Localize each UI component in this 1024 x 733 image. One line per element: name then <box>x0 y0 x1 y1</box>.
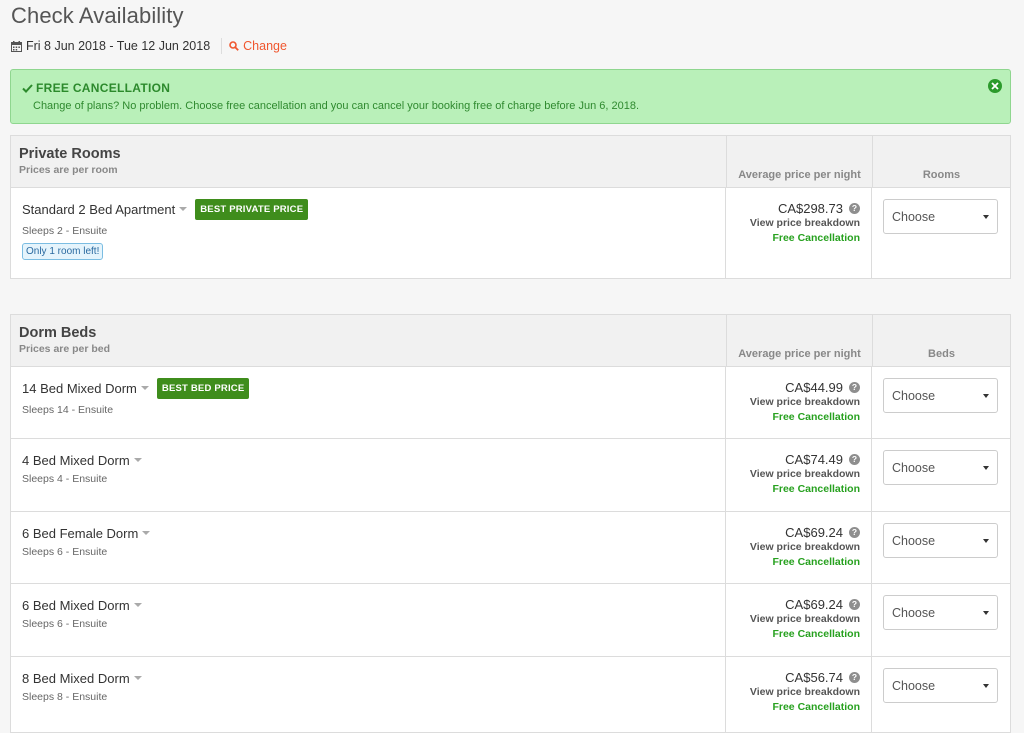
room-row: Standard 2 Bed Apartment BEST PRIVATE PR… <box>11 188 1010 278</box>
room-meta: Sleeps 8 - Ensuite <box>22 691 108 703</box>
free-cancellation-label: Free Cancellation <box>772 628 860 640</box>
room-row: 6 Bed Mixed Dorm Sleeps 6 - Ensuite CA$6… <box>11 584 1010 657</box>
page-title: Check Availability <box>11 3 184 28</box>
view-price-breakdown-link[interactable]: View price breakdown <box>726 541 860 553</box>
change-dates-link[interactable]: Change <box>229 39 287 53</box>
price-column-header: Average price per night <box>738 348 861 360</box>
room-row: 6 Bed Female Dorm Sleeps 6 - Ensuite CA$… <box>11 512 1010 584</box>
room-name[interactable]: 6 Bed Female Dorm <box>22 526 138 541</box>
room-row: 14 Bed Mixed Dorm BEST BED PRICE Sleeps … <box>11 367 1010 439</box>
free-cancellation-label: Free Cancellation <box>772 701 860 713</box>
free-cancellation-label: Free Cancellation <box>772 232 860 244</box>
room-row: 8 Bed Mixed Dorm Sleeps 8 - Ensuite CA$5… <box>11 657 1010 732</box>
private-rooms-section: Private Rooms Prices are per room Averag… <box>10 135 1011 279</box>
price: CA$69.24 <box>785 596 843 612</box>
question-circle-icon[interactable]: ? <box>849 526 860 538</box>
beds-select[interactable]: Choose <box>883 595 998 630</box>
room-meta: Sleeps 6 - Ensuite <box>22 546 108 558</box>
room-name[interactable]: 4 Bed Mixed Dorm <box>22 453 130 468</box>
price-column-header: Average price per night <box>738 169 861 181</box>
search-icon <box>229 41 239 51</box>
section-header: Private Rooms Prices are per room Averag… <box>11 136 1010 188</box>
rooms-select[interactable]: Choose <box>883 199 998 234</box>
beds-select[interactable]: Choose <box>883 378 998 413</box>
best-price-badge: BEST PRIVATE PRICE <box>195 198 309 220</box>
room-name[interactable]: 6 Bed Mixed Dorm <box>22 598 130 613</box>
availability-badge: Only 1 room left! <box>22 243 104 260</box>
chevron-down-icon[interactable] <box>133 676 142 680</box>
divider <box>221 38 223 54</box>
room-name[interactable]: 8 Bed Mixed Dorm <box>22 671 130 686</box>
section-header: Dorm Beds Prices are per bed Average pri… <box>11 315 1010 367</box>
chevron-down-icon <box>983 214 989 219</box>
question-circle-icon[interactable]: ? <box>849 202 860 214</box>
view-price-breakdown-link[interactable]: View price breakdown <box>726 468 860 480</box>
room-meta: Sleeps 6 - Ensuite <box>22 618 108 630</box>
room-row: 4 Bed Mixed Dorm Sleeps 4 - Ensuite CA$7… <box>11 439 1010 512</box>
price: CA$69.24 <box>785 524 843 540</box>
price: CA$44.99 <box>785 379 843 395</box>
room-meta: Sleeps 4 - Ensuite <box>22 473 108 485</box>
chevron-down-icon <box>983 610 989 615</box>
section-subtitle: Prices are per bed <box>19 343 111 355</box>
alert-title: FREE CANCELLATION <box>36 81 171 95</box>
view-price-breakdown-link[interactable]: View price breakdown <box>726 686 860 698</box>
chevron-down-icon <box>983 538 989 543</box>
section-title: Private Rooms <box>19 146 121 162</box>
question-circle-icon[interactable]: ? <box>849 671 860 683</box>
chevron-down-icon[interactable] <box>133 458 142 462</box>
chevron-down-icon <box>983 465 989 470</box>
chevron-down-icon[interactable] <box>140 386 149 390</box>
chevron-down-icon[interactable] <box>133 603 142 607</box>
dorm-beds-section: Dorm Beds Prices are per bed Average pri… <box>10 314 1011 733</box>
room-name[interactable]: 14 Bed Mixed Dorm <box>22 381 137 396</box>
room-name[interactable]: Standard 2 Bed Apartment <box>22 202 175 217</box>
beds-select[interactable]: Choose <box>883 523 998 558</box>
question-circle-icon[interactable]: ? <box>849 453 860 465</box>
calendar-icon <box>11 40 22 52</box>
price: CA$74.49 <box>785 451 843 467</box>
question-circle-icon[interactable]: ? <box>849 381 860 393</box>
free-cancellation-label: Free Cancellation <box>772 483 860 495</box>
chevron-down-icon <box>983 683 989 688</box>
free-cancellation-alert: FREE CANCELLATION Change of plans? No pr… <box>10 69 1011 124</box>
view-price-breakdown-link[interactable]: View price breakdown <box>726 396 860 408</box>
view-price-breakdown-link[interactable]: View price breakdown <box>726 217 860 229</box>
room-meta: Sleeps 2 - Ensuite <box>22 225 108 237</box>
change-label: Change <box>243 39 287 53</box>
check-icon <box>22 83 33 93</box>
question-circle-icon[interactable]: ? <box>849 598 860 610</box>
date-range-text: Fri 8 Jun 2018 - Tue 12 Jun 2018 <box>26 39 211 53</box>
price: CA$298.73 <box>777 200 843 216</box>
view-price-breakdown-link[interactable]: View price breakdown <box>726 613 860 625</box>
chevron-down-icon <box>983 393 989 398</box>
beds-column-header: Beds <box>928 348 955 360</box>
rooms-column-header: Rooms <box>922 169 961 181</box>
section-title: Dorm Beds <box>19 325 97 341</box>
close-circle-icon[interactable] <box>988 79 1002 93</box>
beds-select[interactable]: Choose <box>883 450 998 485</box>
chevron-down-icon[interactable] <box>142 531 151 535</box>
beds-select[interactable]: Choose <box>883 668 998 703</box>
best-price-badge: BEST BED PRICE <box>156 377 250 399</box>
alert-text: Change of plans? No problem. Choose free… <box>33 100 640 112</box>
date-range-bar: Fri 8 Jun 2018 - Tue 12 Jun 2018 Change <box>11 38 287 54</box>
free-cancellation-label: Free Cancellation <box>772 556 860 568</box>
section-subtitle: Prices are per room <box>19 164 118 176</box>
price: CA$56.74 <box>785 669 843 685</box>
room-meta: Sleeps 14 - Ensuite <box>22 404 114 416</box>
chevron-down-icon[interactable] <box>179 207 188 211</box>
free-cancellation-label: Free Cancellation <box>772 411 860 423</box>
